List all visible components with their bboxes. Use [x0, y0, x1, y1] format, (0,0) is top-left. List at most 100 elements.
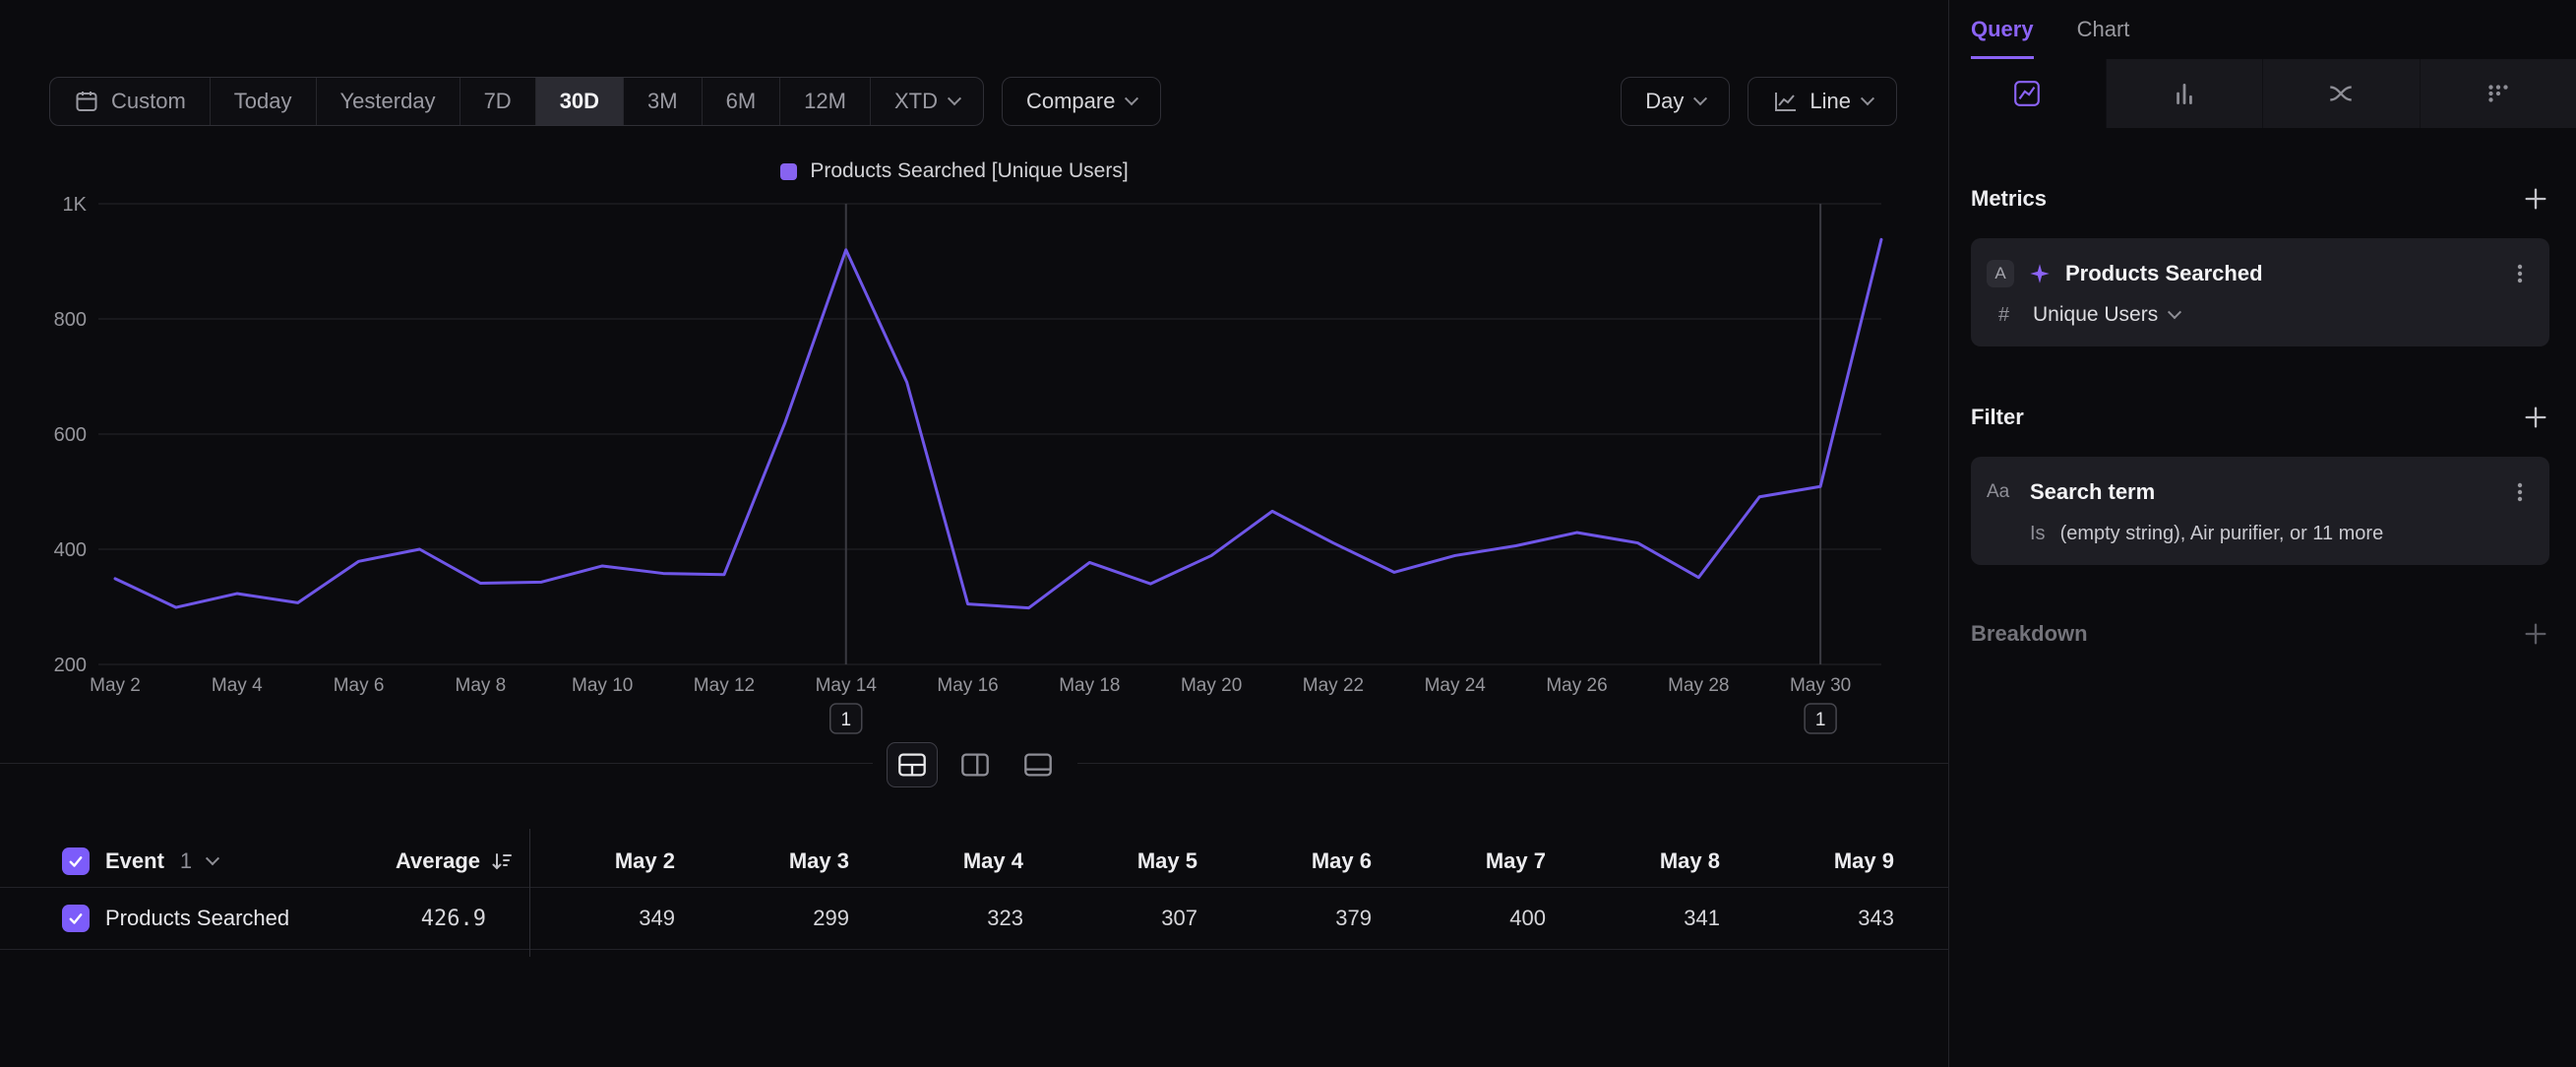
chart-only-icon — [1023, 752, 1053, 778]
row-checkbox[interactable] — [62, 905, 90, 932]
text-type-icon: Aa — [1987, 481, 2016, 503]
plus-icon — [2522, 404, 2549, 431]
table-right-icon — [960, 752, 990, 778]
filter-section-header: Filter — [1971, 404, 2549, 431]
add-filter-button[interactable] — [2522, 404, 2549, 431]
plus-icon — [2522, 620, 2549, 648]
column-header: May 7 — [1372, 848, 1546, 874]
sparkle-icon — [2028, 262, 2052, 285]
svg-text:May 4: May 4 — [212, 675, 263, 696]
cell-value: 341 — [1546, 906, 1720, 931]
check-icon — [67, 852, 85, 870]
filter-menu-button[interactable] — [2508, 480, 2532, 504]
svg-text:May 12: May 12 — [694, 675, 755, 696]
line-chart-icon — [1772, 89, 1798, 114]
svg-text:1: 1 — [1815, 710, 1826, 730]
calendar-icon — [74, 89, 99, 114]
metric-menu-button[interactable] — [2508, 262, 2532, 285]
flows-icon — [2326, 79, 2356, 108]
date-range-today[interactable]: Today — [211, 78, 317, 125]
svg-text:May 26: May 26 — [1546, 675, 1607, 696]
filter-card[interactable]: Aa Search term Is (empty string), Air pu… — [1971, 457, 2549, 565]
view-tab-funnels[interactable] — [2106, 59, 2263, 128]
metrics-heading: Metrics — [1971, 186, 2047, 212]
legend-swatch — [780, 163, 797, 180]
svg-text:May 8: May 8 — [456, 675, 507, 696]
sort-icon[interactable] — [490, 849, 514, 873]
compare-button[interactable]: Compare — [1002, 77, 1161, 126]
date-range-xtd[interactable]: XTD — [871, 78, 983, 125]
grid-dots-icon — [2484, 79, 2513, 108]
svg-text:600: 600 — [54, 424, 87, 446]
tab-chart[interactable]: Chart — [2077, 0, 2130, 59]
date-range-30d[interactable]: 30D — [536, 78, 624, 125]
line-chart-canvas[interactable]: 2004006008001K11May 2May 4May 6May 8May … — [0, 187, 1909, 738]
layout-table-right-button[interactable] — [950, 742, 1001, 787]
average-value: 426.9 — [295, 907, 529, 931]
report-type-tabs — [1949, 59, 2576, 128]
results-table: Event 1 Average May 2 May 3 May 4 — [0, 835, 1949, 950]
filter-property-name: Search term — [2030, 479, 2494, 505]
table-column-separator — [529, 829, 530, 957]
date-range-custom[interactable]: Custom — [50, 78, 211, 125]
cell-value: 400 — [1372, 906, 1546, 931]
chevron-down-icon — [1861, 92, 1874, 105]
kebab-icon — [2508, 480, 2532, 504]
view-tab-insights[interactable] — [1949, 59, 2106, 128]
line-chart-icon — [2012, 79, 2042, 108]
layout-table-below-button[interactable] — [887, 742, 938, 787]
svg-text:May 22: May 22 — [1303, 675, 1364, 696]
sidebar-body: Metrics A Products Searched — [1949, 185, 2576, 648]
add-breakdown-button[interactable] — [2522, 620, 2549, 648]
chart-legend[interactable]: Products Searched [Unique Users] — [0, 159, 1909, 183]
chart-type-button[interactable]: Line — [1748, 77, 1897, 126]
date-range-7d[interactable]: 7D — [460, 78, 536, 125]
cell-value: 323 — [849, 906, 1023, 931]
table-header-row: Event 1 Average May 2 May 3 May 4 — [0, 835, 1949, 888]
column-header: May 6 — [1197, 848, 1372, 874]
svg-text:May 28: May 28 — [1668, 675, 1729, 696]
cell-value: 299 — [675, 906, 849, 931]
date-range-6m[interactable]: 6M — [703, 78, 781, 125]
svg-text:May 14: May 14 — [816, 675, 878, 696]
date-range-12m[interactable]: 12M — [780, 78, 871, 125]
view-tab-flows[interactable] — [2262, 59, 2420, 128]
date-range-3m[interactable]: 3M — [624, 78, 703, 125]
column-header: May 5 — [1023, 848, 1197, 874]
column-header: May 4 — [849, 848, 1023, 874]
measurement-select[interactable]: Unique Users — [2033, 303, 2179, 327]
svg-text:May 10: May 10 — [572, 675, 633, 696]
chevron-down-icon[interactable] — [206, 851, 219, 865]
select-all-checkbox[interactable] — [62, 847, 90, 875]
add-metric-button[interactable] — [2522, 185, 2549, 213]
filter-value[interactable]: (empty string), Air purifier, or 11 more — [2060, 523, 2384, 545]
tab-query[interactable]: Query — [1971, 0, 2034, 59]
svg-text:1: 1 — [840, 710, 851, 730]
column-header: May 3 — [675, 848, 849, 874]
metric-card[interactable]: A Products Searched # Unique Users — [1971, 238, 2549, 346]
breakdown-heading: Breakdown — [1971, 621, 2088, 647]
cell-value: 307 — [1023, 906, 1197, 931]
table-row[interactable]: Products Searched [Un... 426.9 349 299 3… — [0, 888, 1949, 950]
hash-icon: # — [1998, 304, 2018, 327]
table-below-icon — [897, 752, 927, 778]
date-range-label: Custom — [111, 89, 186, 114]
svg-text:1K: 1K — [63, 194, 88, 216]
cell-value: 349 — [529, 906, 675, 931]
filter-operator[interactable]: Is — [2030, 523, 2046, 545]
view-tab-retention[interactable] — [2420, 59, 2576, 128]
average-column-label: Average — [396, 848, 480, 874]
date-range-yesterday[interactable]: Yesterday — [317, 78, 460, 125]
granularity-button[interactable]: Day — [1621, 77, 1730, 126]
metric-series-badge: A — [1987, 260, 2014, 287]
bar-chart-icon — [2170, 79, 2199, 108]
svg-text:200: 200 — [54, 655, 87, 676]
kebab-icon — [2508, 262, 2532, 285]
measurement-label: Unique Users — [2033, 303, 2158, 327]
chevron-down-icon — [1693, 92, 1707, 105]
layout-chart-only-button[interactable] — [1012, 742, 1064, 787]
cell-value: 379 — [1197, 906, 1372, 931]
event-column-label[interactable]: Event — [105, 848, 164, 874]
column-header: May 2 — [529, 848, 675, 874]
query-sidebar: Query Chart — [1949, 0, 2576, 1067]
